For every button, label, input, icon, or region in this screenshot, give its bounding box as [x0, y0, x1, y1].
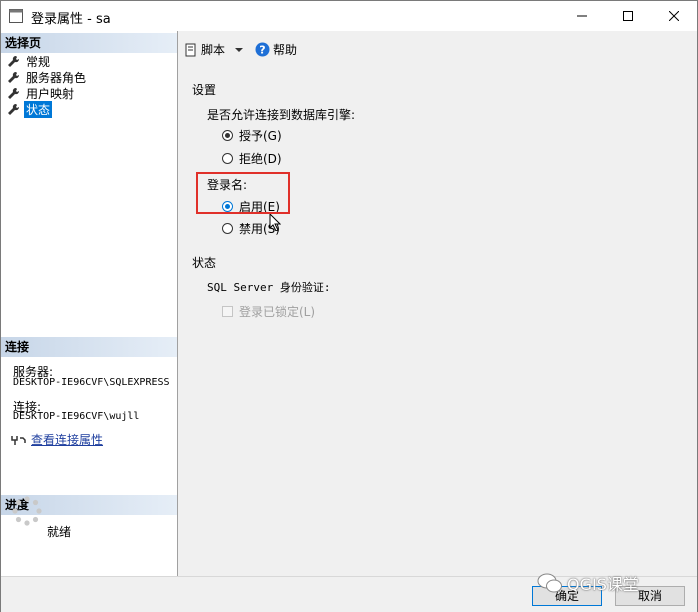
watermark-text: QGIS课堂 [567, 575, 639, 594]
settings-header: 设置 [192, 83, 217, 97]
login-locked-label: 登录已锁定(L) [239, 305, 316, 319]
script-label: 脚本 [201, 43, 226, 57]
progress-spinner-icon [12, 496, 42, 526]
close-icon [669, 11, 679, 21]
sql-auth-label: SQL Server 身份验证: [207, 281, 331, 294]
wrench-icon [8, 71, 20, 83]
main-panel: 脚本 ? 帮助 设置 是否允许连接到数据库引擎: 授予(G) 拒绝(D) 登录名… [178, 31, 697, 576]
maximize-icon [623, 11, 633, 21]
sidebar: 选择页 常规 服务器角色 用户映射 状态 连接 服务器: DESKTOP-IE9… [1, 31, 178, 576]
plug-icon [11, 435, 26, 445]
login-properties-window: 登录属性 - sa 选择页 常规 服务器角色 用户映射 状态 连接 服务器: D… [0, 0, 698, 612]
sidebar-item-general[interactable]: 常规 [7, 53, 52, 69]
mouse-cursor-icon [269, 213, 281, 231]
help-label: 帮助 [273, 43, 298, 57]
server-value: DESKTOP-IE96CVF\SQLEXPRESS [13, 377, 170, 388]
wechat-icon [537, 573, 562, 593]
select-page-header: 选择页 [1, 33, 177, 53]
connection-value: DESKTOP-IE96CVF\wujll [13, 411, 140, 422]
maximize-button[interactable] [605, 1, 651, 31]
grant-radio-indicator [222, 130, 233, 141]
annotation-highlight-box [196, 172, 290, 214]
login-locked-checkbox-box [222, 306, 233, 317]
app-icon [9, 9, 23, 23]
help-button[interactable]: ? 帮助 [255, 41, 297, 58]
view-connection-row: 查看连接属性 [11, 431, 103, 448]
sidebar-item-label: 服务器角色 [26, 70, 87, 85]
sidebar-item-label: 常规 [26, 54, 51, 69]
toolbar: 脚本 ? 帮助 [178, 31, 697, 65]
view-connection-properties-link[interactable]: 查看连接属性 [31, 431, 103, 448]
connection-header: 连接 [1, 337, 177, 357]
help-icon: ? [255, 42, 270, 57]
sidebar-item-server-roles[interactable]: 服务器角色 [7, 69, 88, 85]
svg-text:?: ? [259, 44, 265, 57]
sidebar-item-status[interactable]: 状态 [7, 100, 53, 118]
wrench-icon [8, 55, 20, 67]
watermark: QGIS课堂 [537, 571, 639, 595]
chevron-down-icon [235, 47, 244, 52]
grant-radio[interactable]: 授予(G) [222, 127, 282, 144]
permission-question: 是否允许连接到数据库引擎: [207, 108, 356, 122]
grant-label: 授予(G) [239, 129, 282, 143]
wrench-icon [8, 103, 20, 115]
sidebar-item-user-mapping[interactable]: 用户映射 [7, 85, 76, 101]
login-locked-checkbox[interactable]: 登录已锁定(L) [222, 303, 315, 320]
deny-radio[interactable]: 拒绝(D) [222, 150, 282, 167]
minimize-icon [577, 15, 587, 17]
sidebar-item-label: 用户映射 [26, 86, 75, 101]
close-button[interactable] [651, 1, 697, 31]
script-icon [185, 43, 196, 56]
title-bar: 登录属性 - sa [1, 1, 697, 31]
window-title: 登录属性 - sa [31, 12, 111, 27]
deny-label: 拒绝(D) [239, 152, 282, 166]
minimize-button[interactable] [559, 1, 605, 31]
wrench-icon [8, 87, 20, 99]
sidebar-item-label: 状态 [24, 100, 53, 118]
deny-radio-indicator [222, 153, 233, 164]
script-button[interactable]: 脚本 [184, 41, 244, 58]
status-header: 状态 [192, 256, 217, 270]
disable-radio-indicator [222, 223, 233, 234]
progress-status: 就绪 [47, 525, 72, 539]
